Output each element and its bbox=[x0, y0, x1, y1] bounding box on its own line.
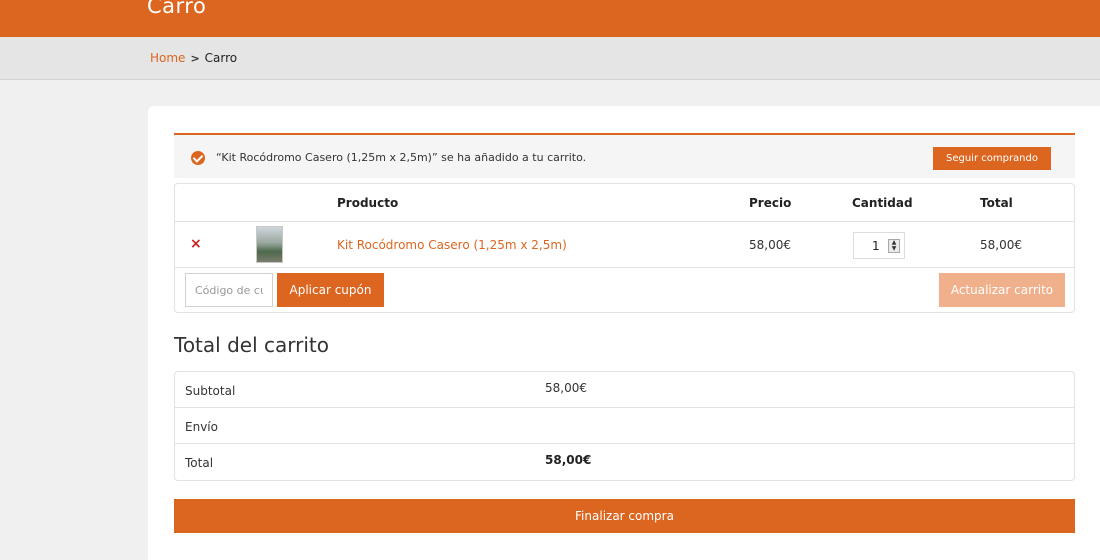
chevron-right-icon: > bbox=[190, 51, 200, 65]
coupon-code-input[interactable] bbox=[185, 273, 273, 307]
column-header-price: Precio bbox=[749, 196, 792, 210]
page-title: Carro bbox=[147, 0, 207, 18]
notice-message: “Kit Rocódromo Casero (1,25m x 2,5m)” se… bbox=[216, 151, 587, 164]
product-price: 58,00€ bbox=[749, 238, 791, 252]
column-header-product: Producto bbox=[337, 196, 399, 210]
subtotal-value: 58,00€ bbox=[545, 381, 587, 395]
quantity-stepper[interactable]: 1 ▲ ▼ bbox=[853, 232, 905, 259]
total-row: Total 58,00€ bbox=[175, 444, 1074, 480]
breadcrumb: Home > Carro bbox=[150, 51, 237, 65]
check-circle-icon bbox=[191, 151, 205, 165]
update-cart-button[interactable]: Actualizar carrito bbox=[939, 273, 1065, 307]
cart-table-header: Producto Precio Cantidad Total bbox=[175, 184, 1074, 222]
product-name-link[interactable]: Kit Rocódromo Casero (1,25m x 2,5m) bbox=[337, 238, 567, 252]
quantity-value[interactable]: 1 bbox=[872, 239, 880, 253]
subtotal-label: Subtotal bbox=[185, 384, 236, 398]
breadcrumb-bar: Home > Carro bbox=[0, 37, 1100, 80]
shipping-label: Envío bbox=[185, 420, 218, 434]
checkout-button[interactable]: Finalizar compra bbox=[174, 499, 1075, 533]
cart-totals-table: Subtotal 58,00€ Envío Total 58,00€ bbox=[174, 371, 1075, 481]
remove-item-icon[interactable]: × bbox=[190, 236, 202, 252]
cart-card: “Kit Rocódromo Casero (1,25m x 2,5m)” se… bbox=[148, 106, 1100, 560]
cart-table: Producto Precio Cantidad Total × Kit Roc… bbox=[174, 183, 1075, 313]
added-to-cart-notice: “Kit Rocódromo Casero (1,25m x 2,5m)” se… bbox=[174, 133, 1075, 178]
page-header: Carro bbox=[0, 0, 1100, 37]
total-label: Total bbox=[185, 456, 214, 470]
cart-totals-title: Total del carrito bbox=[174, 333, 329, 357]
total-value: 58,00€ bbox=[545, 453, 592, 467]
row-total: 58,00€ bbox=[980, 238, 1022, 252]
apply-coupon-button[interactable]: Aplicar cupón bbox=[277, 273, 384, 307]
column-header-total: Total bbox=[980, 196, 1013, 210]
spinner-arrows-icon[interactable]: ▲ ▼ bbox=[888, 239, 900, 253]
breadcrumb-home-link[interactable]: Home bbox=[150, 51, 185, 65]
table-row: × Kit Rocódromo Casero (1,25m x 2,5m) 58… bbox=[175, 222, 1074, 268]
continue-shopping-button[interactable]: Seguir comprando bbox=[933, 147, 1051, 170]
column-header-quantity: Cantidad bbox=[852, 196, 913, 210]
subtotal-row: Subtotal 58,00€ bbox=[175, 372, 1074, 408]
shipping-row: Envío bbox=[175, 408, 1074, 444]
product-thumbnail[interactable] bbox=[256, 226, 283, 263]
breadcrumb-current: Carro bbox=[204, 51, 238, 65]
